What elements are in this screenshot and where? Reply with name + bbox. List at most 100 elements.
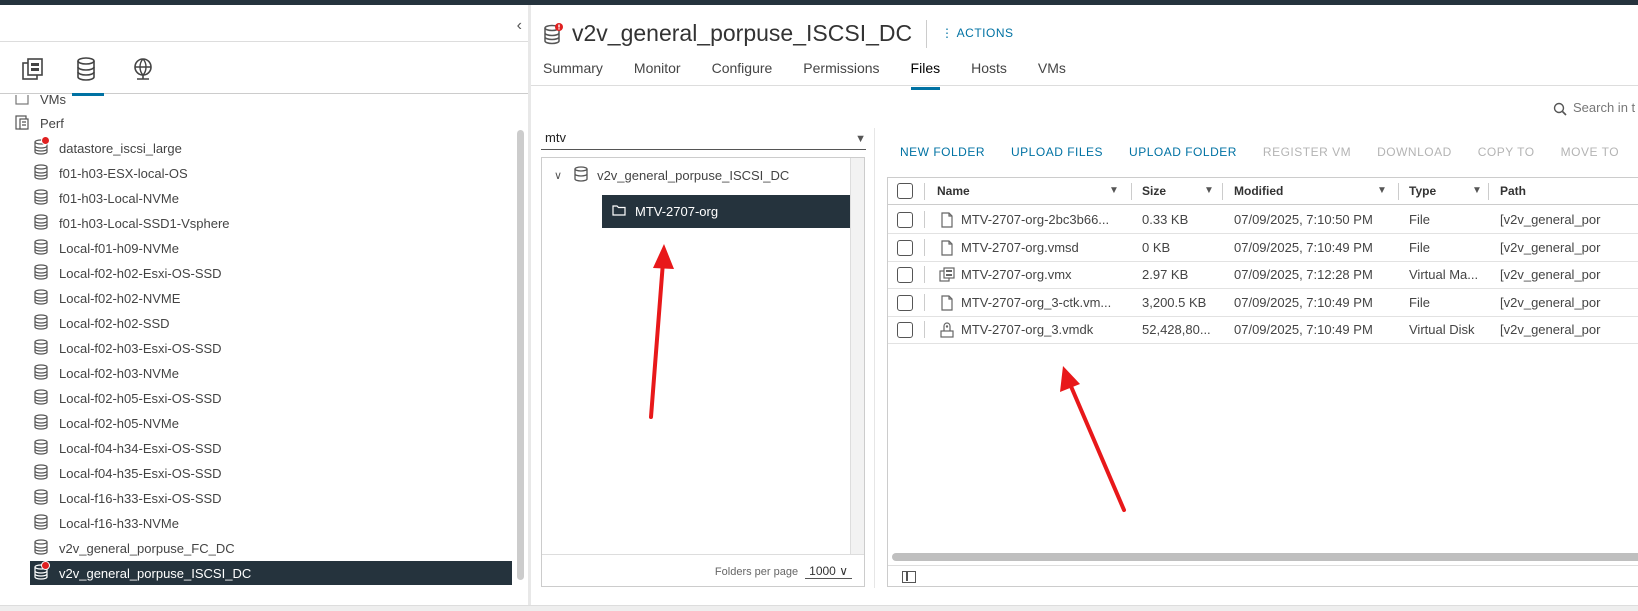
table-row[interactable]: MTV-2707-org.vmsd 0 KB 07/09/2025, 7:10:49… — [888, 234, 1638, 262]
table-row[interactable]: MTV-2707-org-2bc3b66... 0.33 KB 07/09/2025… — [888, 206, 1638, 234]
column-name[interactable]: Name ▼ — [937, 178, 1127, 205]
tree-item[interactable]: Perf — [0, 111, 512, 135]
cell-size: 52,428,80... — [1142, 322, 1211, 337]
tree-item-label: Local-f02-h02-NVME — [59, 290, 181, 306]
tree-item[interactable]: Local-f16-h33-NVMe — [0, 511, 512, 535]
actions-label: ACTIONS — [956, 26, 1014, 40]
navigator-scrollbar[interactable] — [517, 130, 524, 580]
tree-item[interactable]: Local-f02-h02-SSD — [0, 311, 512, 335]
tree-item-label: v2v_general_porpuse_FC_DC — [59, 540, 235, 556]
datastore-icon — [574, 165, 588, 185]
table-row[interactable]: MTV-2707-org.vmx 2.97 KB 07/09/2025, 7:12:… — [888, 261, 1638, 289]
filter-icon[interactable]: ▼ — [855, 133, 866, 145]
folders-per-page-select[interactable]: 1000 ∨ — [805, 564, 852, 579]
tree-item[interactable]: Local-f02-h02-Esxi-OS-SSD — [0, 261, 512, 285]
tabs-underline — [531, 85, 1638, 86]
column-separator — [924, 183, 925, 200]
column-separator — [924, 321, 925, 338]
panel-splitter[interactable] — [528, 5, 531, 606]
tree-item[interactable]: Local-f02-h05-Esxi-OS-SSD — [0, 386, 512, 410]
filter-icon[interactable]: ▼ — [1472, 185, 1482, 196]
panel-separator[interactable] — [874, 128, 875, 588]
cell-type: Virtual Disk — [1409, 322, 1475, 337]
row-checkbox[interactable] — [897, 239, 913, 256]
upload-files-button[interactable]: UPLOAD FILES — [1011, 145, 1103, 161]
upload-folder-button[interactable]: UPLOAD FOLDER — [1129, 145, 1237, 161]
folder-tree-footer-divider — [542, 554, 864, 555]
filter-icon[interactable]: ▼ — [1204, 185, 1214, 196]
tree-item[interactable]: Local-f04-h35-Esxi-OS-SSD — [0, 461, 512, 485]
tree-item[interactable]: v2v_general_porpuse_ISCSI_DC — [30, 561, 512, 585]
folders-per-page: Folders per page 1000 ∨ — [715, 564, 852, 579]
cell-name: MTV-2707-org.vmsd — [961, 239, 1079, 255]
horizontal-scrollbar[interactable] — [892, 553, 1638, 561]
file-icon — [939, 294, 955, 311]
folder-tree-scrollbar[interactable] — [850, 158, 864, 554]
cell-type: File — [1409, 239, 1430, 255]
cell-modified: 07/09/2025, 7:10:49 PM — [1234, 239, 1373, 255]
tree-item-label: Local-f02-h02-Esxi-OS-SSD — [59, 265, 222, 281]
folder-checkbox-icon — [14, 95, 32, 108]
vm-icon — [939, 267, 955, 283]
column-type[interactable]: Type ▼ — [1409, 178, 1489, 205]
column-path[interactable]: Path — [1500, 178, 1600, 205]
tree-item[interactable]: f01-h03-ESX-local-OS — [0, 161, 512, 185]
move-to-button[interactable]: MOVE TO — [1561, 145, 1619, 161]
cell-modified: 07/09/2025, 7:10:50 PM — [1234, 212, 1373, 227]
register-vm-button[interactable]: REGISTER VM — [1263, 145, 1351, 161]
tree-item[interactable]: Local-f02-h03-Esxi-OS-SSD — [0, 336, 512, 360]
filter-icon[interactable]: ▼ — [1109, 185, 1119, 196]
column-separator — [1488, 183, 1489, 200]
copy-to-button[interactable]: COPY TO — [1478, 145, 1535, 161]
column-modified[interactable]: Modified ▼ — [1234, 178, 1394, 205]
new-folder-button[interactable]: NEW FOLDER — [900, 145, 985, 161]
tree-item[interactable]: Local-f04-h34-Esxi-OS-SSD — [0, 436, 512, 460]
collapse-panel-icon[interactable]: ‹ — [517, 17, 522, 35]
page-title: v2v_general_porpuse_ISCSI_DC — [572, 20, 913, 46]
row-checkbox[interactable] — [897, 212, 913, 228]
folder-filter-input[interactable] — [545, 130, 825, 145]
column-size[interactable]: Size ▼ — [1142, 178, 1222, 205]
tree-item-label: f01-h03-Local-SSD1-Vsphere — [59, 215, 230, 231]
storage-icon[interactable] — [72, 56, 104, 96]
tree-item[interactable]: f01-h03-Local-NVMe — [0, 186, 512, 210]
row-checkbox[interactable] — [897, 294, 913, 311]
column-toggle-icon[interactable] — [902, 571, 916, 583]
column-modified-label: Modified — [1234, 184, 1284, 198]
table-row[interactable]: MTV-2707-org_3.vmdk 52,428,80... 07/09/202… — [888, 316, 1638, 344]
hosts-clusters-icon[interactable] — [20, 56, 50, 84]
datastore-icon — [33, 189, 51, 207]
tree-item[interactable]: VMs — [0, 95, 512, 111]
select-all-checkbox[interactable] — [897, 183, 913, 199]
tree-item[interactable]: Local-f01-h09-NVMe — [0, 236, 512, 260]
tree-item-label: Local-f02-h05-NVMe — [59, 415, 179, 431]
column-size-label: Size — [1142, 184, 1167, 198]
folder-tree-root[interactable]: ∨ v2v_general_porpuse_ISCSI_DC — [554, 162, 789, 188]
actions-menu[interactable]: ⋮ ACTIONS — [941, 26, 1014, 40]
row-checkbox[interactable] — [897, 267, 913, 283]
filter-icon[interactable]: ▼ — [1377, 185, 1387, 196]
file-grid: Name ▼ Size ▼ Modified ▼ Type ▼ Path MTV-270… — [887, 177, 1638, 587]
tree-item-label: v2v_general_porpuse_ISCSI_DC — [59, 565, 252, 581]
column-path-label: Path — [1500, 184, 1527, 198]
tree-item-label: Local-f02-h02-SSD — [59, 315, 170, 331]
chevron-down-icon[interactable]: ∨ — [554, 169, 562, 182]
folder-icon — [612, 204, 626, 219]
tree-item[interactable]: Local-f02-h03-NVMe — [0, 361, 512, 385]
tree-item[interactable]: Local-f16-h33-Esxi-OS-SSD — [0, 486, 512, 510]
tree-item[interactable]: f01-h03-Local-SSD1-Vsphere — [0, 211, 512, 235]
row-checkbox[interactable] — [897, 322, 913, 338]
cell-type: File — [1409, 212, 1430, 227]
column-separator — [924, 211, 925, 228]
tree-item-label: f01-h03-Local-NVMe — [59, 190, 179, 206]
tree-item[interactable]: Local-f02-h05-NVMe — [0, 411, 512, 435]
datastore-icon — [33, 339, 51, 357]
search-field[interactable]: Search in t — [1553, 100, 1638, 122]
networking-icon[interactable] — [130, 56, 160, 84]
folder-tree-item[interactable]: MTV-2707-org — [602, 195, 850, 228]
tree-item[interactable]: v2v_general_porpuse_FC_DC — [0, 536, 512, 560]
tree-item[interactable]: datastore_iscsi_large — [0, 136, 512, 160]
table-row[interactable]: MTV-2707-org_3-ctk.vm... 3,200.5 KB 07/09/… — [888, 289, 1638, 317]
tree-item[interactable]: Local-f02-h02-NVME — [0, 286, 512, 310]
download-button[interactable]: DOWNLOAD — [1377, 145, 1452, 161]
